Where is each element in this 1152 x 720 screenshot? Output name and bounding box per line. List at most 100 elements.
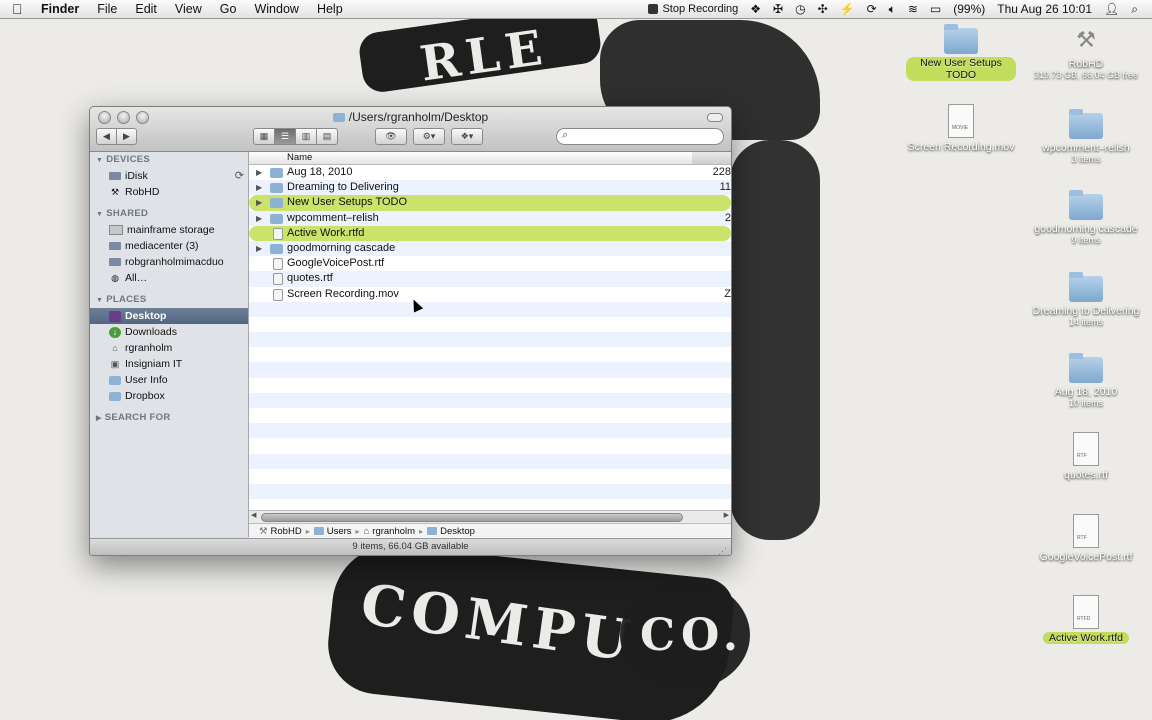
sync-icon[interactable]: ⟳	[867, 2, 877, 16]
table-row[interactable]: quotes.rtf	[249, 271, 731, 287]
scrollbar-thumb[interactable]	[261, 513, 683, 522]
tools-icon[interactable]: ✠	[773, 2, 783, 16]
file-name: Screen Recording.mov	[287, 287, 399, 300]
sidebar-header-devices[interactable]: ▼ DEVICES	[90, 152, 248, 168]
column-header-name[interactable]: Name	[287, 152, 312, 163]
menu-go[interactable]: Go	[211, 2, 246, 16]
download-icon: ↓	[109, 326, 121, 338]
sidebar-item-all[interactable]: ◍ All…	[90, 270, 248, 286]
table-row[interactable]: ▶ Dreaming to Delivering 11	[249, 180, 731, 196]
user-icon[interactable]: 👤︎	[1104, 2, 1119, 16]
empty-row	[249, 317, 731, 332]
move-icon[interactable]: ✣	[818, 2, 828, 16]
desktop-icon-info: 14 items	[1068, 317, 1103, 327]
sidebar-header-shared[interactable]: ▼ SHARED	[90, 206, 248, 222]
battery-icon[interactable]: ▭	[930, 2, 941, 16]
desktop-icon-goodmorning-cascade[interactable]: goodmorning cascade 9 items	[1031, 190, 1141, 245]
sidebar-item-idisk[interactable]: iDisk ⟳	[90, 168, 248, 184]
table-row[interactable]: ▶ goodmorning cascade	[249, 240, 731, 257]
search-input[interactable]: ⌕	[556, 128, 724, 145]
horizontal-scrollbar[interactable]: ◀ ▶	[249, 510, 731, 523]
coverflow-view-button[interactable]: ▤	[317, 128, 338, 145]
column-header-size[interactable]	[692, 152, 731, 164]
disclosure-triangle-icon[interactable]: ▶	[256, 180, 262, 195]
rtfd-file-icon: RTFD	[1073, 595, 1099, 629]
sidebar-item-downloads[interactable]: ↓ Downloads	[90, 324, 248, 340]
sidebar-header-places[interactable]: ▼ PLACES	[90, 292, 248, 308]
sidebar-item-rgranholm[interactable]: ⌂ rgranholm	[90, 340, 248, 356]
path-segment-rgranholm[interactable]: ⌂ rgranholm	[364, 526, 416, 537]
column-view-button[interactable]: ▥	[296, 128, 317, 145]
folder-icon	[427, 527, 438, 535]
scroll-right-icon[interactable]: ▶	[724, 511, 729, 519]
sidebar-item-mediacenter[interactable]: mediacenter (3)	[90, 238, 248, 254]
resize-grip-icon[interactable]: ⋰	[718, 543, 727, 555]
back-button[interactable]: ◀	[96, 128, 117, 145]
column-header[interactable]: Name	[249, 152, 731, 165]
menu-help[interactable]: Help	[308, 2, 352, 16]
apple-menu-icon[interactable]: 	[12, 1, 32, 17]
disclosure-triangle-icon[interactable]: ▶	[256, 241, 262, 256]
sidebar-item-insigniam-it[interactable]: ▣ Insigniam IT	[90, 356, 248, 372]
sidebar-item-desktop[interactable]: Desktop	[90, 308, 248, 324]
table-row[interactable]: GoogleVoicePost.rtf	[249, 256, 731, 271]
disclosure-triangle-icon[interactable]: ▶	[256, 165, 262, 180]
window-title: /Users/rgranholm/Desktop	[90, 110, 731, 124]
path-segment-desktop[interactable]: Desktop	[427, 526, 475, 537]
file-rows: ▶ Aug 18, 2010 228 ▶ Dreaming to Delivering…	[249, 165, 731, 510]
path-segment-users[interactable]: Users	[313, 526, 352, 537]
disclosure-triangle-icon[interactable]: ▶	[256, 195, 262, 210]
path-segment-robhd[interactable]: ⚒ RobHD	[259, 526, 302, 537]
table-row[interactable]: ▶ Aug 18, 2010 228	[249, 165, 731, 180]
folder-icon	[270, 198, 283, 209]
desktop-icon-wpcomment[interactable]: wpcomment–relish 3 items	[1031, 109, 1141, 164]
volume-icon[interactable]: 🔈︎	[889, 2, 896, 17]
clock[interactable]: Thu Aug 26 10:01	[997, 2, 1092, 16]
sidebar-item-dropbox[interactable]: Dropbox	[90, 388, 248, 404]
sidebar-item-robgranholmimacduo[interactable]: robgranholmimacduo	[90, 254, 248, 270]
desktop-icon-googlevoicepost[interactable]: RTF GoogleVoicePost.rtf	[1031, 514, 1141, 563]
server-icon: ▣	[110, 358, 120, 369]
stop-recording-menu[interactable]: Stop Recording	[648, 3, 738, 15]
icon-view-button[interactable]: ▦	[253, 128, 275, 145]
menu-edit[interactable]: Edit	[126, 2, 166, 16]
disclosure-triangle-icon[interactable]: ▶	[256, 211, 262, 226]
scroll-left-icon[interactable]: ◀	[251, 511, 256, 519]
menu-file[interactable]: File	[88, 2, 126, 16]
table-row[interactable]: ▶ New User Setups TODO	[249, 195, 731, 211]
sidebar-item-mainframe-storage[interactable]: mainframe storage	[90, 222, 248, 238]
desktop-icon-aug-18-2010[interactable]: Aug 18, 2010 10 items	[1031, 353, 1141, 408]
table-row[interactable]: ▶ wpcomment–relish 2	[249, 210, 731, 226]
dropbox-toolbar-button[interactable]: ❖▾	[451, 128, 483, 145]
table-row[interactable]: Active Work.rtfd	[249, 225, 731, 241]
path-bar: ⚒ RobHD ▸ Users ▸ ⌂ rgranholm ▸ Desktop	[249, 523, 731, 538]
desktop-icon-label: wpcomment–relish	[1042, 142, 1130, 154]
desktop-icon-dreaming-to-delivering[interactable]: Dreaming to Delivering 14 items	[1031, 272, 1141, 327]
desktop-icon-new-user-setups[interactable]: New User Setups TODO	[906, 24, 1016, 81]
list-view-button[interactable]: ☰	[275, 128, 296, 145]
toolbar-toggle-button[interactable]	[707, 113, 723, 122]
time-machine-icon[interactable]: ◷	[795, 2, 805, 16]
forward-button[interactable]: ▶	[117, 128, 137, 145]
action-gear-button[interactable]: ⚙▾	[413, 128, 445, 145]
menu-finder[interactable]: Finder	[32, 2, 88, 16]
sidebar-item-robhd[interactable]: ⚒ RobHD	[90, 184, 248, 200]
file-size: Z	[724, 287, 731, 300]
quick-look-button[interactable]: 👁︎	[375, 128, 407, 145]
desktop-icon-active-work[interactable]: RTFD Active Work.rtfd	[1031, 595, 1141, 644]
wifi-icon[interactable]: ≋	[908, 2, 918, 16]
sidebar-header-search-for[interactable]: ▶ SEARCH FOR	[90, 410, 248, 426]
desktop-icon-quotes[interactable]: RTF quotes.rtf	[1031, 432, 1141, 481]
sidebar-item-user-info[interactable]: User Info	[90, 372, 248, 388]
sync-icon[interactable]: ⟳	[235, 168, 244, 184]
dropbox-icon[interactable]: ❖	[750, 2, 761, 16]
menu-window[interactable]: Window	[245, 2, 307, 16]
menu-view[interactable]: View	[166, 2, 211, 16]
desktop-icon-robhd[interactable]: ⚒ RobHD 319.73 GB, 66.04 GB free	[1031, 25, 1141, 80]
file-name: Dreaming to Delivering	[287, 181, 399, 194]
desktop-icon-screen-recording[interactable]: MOVIE Screen Recording.mov	[906, 104, 1016, 153]
table-row[interactable]: Screen Recording.mov Z	[249, 287, 731, 302]
spotlight-icon[interactable]: ⌕	[1131, 2, 1138, 17]
bolt-icon[interactable]: ⚡	[840, 2, 855, 16]
sidebar-item-label: rgranholm	[125, 342, 173, 354]
